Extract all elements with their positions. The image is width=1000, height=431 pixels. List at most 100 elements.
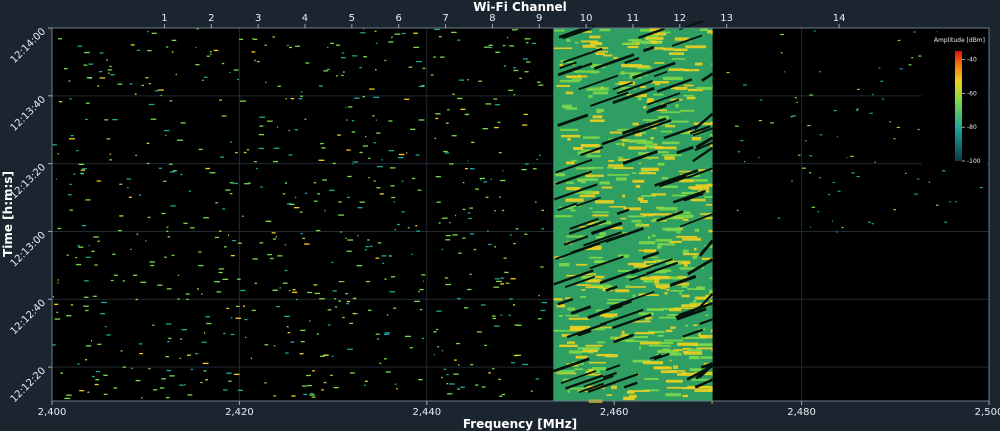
signal-burst: [288, 129, 290, 132]
signal-burst: [476, 331, 482, 333]
signal-burst: [346, 250, 352, 252]
signal-burst: [334, 298, 336, 300]
band-signal-segment: [585, 344, 603, 347]
band-signal-segment: [693, 324, 698, 327]
signal-burst: [435, 117, 439, 120]
band-signal-segment: [628, 146, 648, 150]
band-signal-segment: [660, 111, 681, 113]
band-signal-segment: [590, 87, 609, 91]
signal-burst: [893, 209, 896, 211]
band-signal-segment: [659, 341, 674, 345]
signal-burst: [323, 354, 329, 356]
colorbar-title: Amplitude [dBm]: [934, 37, 985, 44]
signal-burst: [237, 242, 242, 244]
signal-burst: [84, 296, 89, 298]
signal-burst: [292, 291, 298, 294]
signal-burst: [488, 243, 492, 246]
band-signal-segment: [707, 30, 713, 34]
band-signal-segment: [580, 143, 600, 148]
signal-burst: [313, 200, 318, 202]
signal-burst: [813, 30, 816, 32]
band-signal-segment: [639, 241, 656, 245]
signal-burst: [110, 279, 114, 282]
band-signal-segment: [575, 355, 588, 359]
signal-burst: [871, 223, 874, 225]
signal-burst: [283, 315, 290, 318]
channel-tick-label: 1: [161, 13, 167, 24]
signal-burst: [198, 251, 202, 253]
signal-burst: [195, 64, 200, 66]
band-signal-segment: [579, 194, 596, 198]
signal-burst: [413, 46, 420, 49]
signal-burst: [500, 314, 503, 316]
signal-burst: [219, 156, 224, 158]
signal-burst: [264, 382, 267, 384]
signal-burst: [106, 138, 111, 140]
signal-burst: [502, 170, 504, 172]
signal-burst: [290, 97, 295, 100]
band-signal-segment: [652, 234, 656, 237]
band-signal-segment: [711, 373, 713, 377]
signal-burst: [148, 368, 151, 370]
band-signal-segment: [683, 84, 694, 87]
signal-burst: [167, 236, 171, 238]
signal-burst: [809, 94, 814, 96]
colorbar-tick-label: -100: [967, 158, 981, 165]
signal-burst: [336, 44, 341, 46]
signal-burst: [292, 289, 296, 291]
signal-burst: [501, 209, 505, 212]
band-signal-segment: [600, 313, 618, 317]
signal-burst: [113, 387, 118, 389]
signal-burst: [273, 160, 279, 163]
signal-burst: [264, 344, 269, 346]
signal-burst: [293, 207, 300, 209]
band-signal-segment: [566, 235, 586, 238]
signal-burst: [313, 284, 318, 286]
signal-burst: [526, 61, 531, 63]
signal-burst: [135, 379, 141, 382]
signal-burst: [537, 318, 542, 320]
y-axis-title: Time [h:m:s]: [1, 171, 15, 257]
band-signal-segment: [705, 204, 713, 206]
signal-burst: [335, 306, 338, 308]
band-signal-segment: [676, 230, 681, 234]
signal-burst: [52, 344, 56, 346]
band-signal-segment: [596, 341, 606, 344]
signal-burst: [384, 332, 390, 334]
signal-burst: [492, 368, 495, 370]
channel-tick-label: 2: [208, 13, 214, 24]
signal-burst: [881, 98, 884, 100]
signal-burst: [942, 170, 946, 172]
signal-burst: [168, 337, 172, 340]
signal-burst: [148, 82, 151, 85]
signal-burst: [393, 307, 397, 309]
signal-burst: [469, 168, 475, 170]
signal-burst: [441, 376, 443, 379]
signal-burst: [393, 201, 396, 203]
signal-burst: [494, 246, 496, 248]
signal-burst: [282, 282, 288, 284]
signal-burst: [524, 71, 529, 73]
channel-tick-label: 6: [396, 13, 402, 24]
signal-burst: [68, 138, 75, 140]
band-signal-segment: [592, 91, 609, 95]
signal-burst: [398, 153, 405, 156]
band-signal-segment: [711, 84, 713, 88]
signal-burst: [85, 345, 92, 347]
signal-burst: [376, 132, 381, 134]
signal-burst: [323, 70, 329, 72]
signal-burst: [524, 233, 528, 235]
signal-burst: [817, 211, 820, 213]
band-signal-segment: [669, 370, 686, 372]
signal-burst: [519, 77, 522, 79]
signal-burst: [226, 307, 230, 310]
signal-burst: [318, 159, 325, 161]
signal-burst: [250, 357, 253, 359]
signal-burst: [411, 177, 416, 180]
signal-burst: [445, 283, 451, 286]
signal-burst: [499, 196, 501, 198]
band-signal-segment: [709, 388, 713, 392]
signal-burst: [480, 179, 482, 181]
signal-burst: [470, 233, 475, 235]
signal-burst: [734, 125, 739, 127]
